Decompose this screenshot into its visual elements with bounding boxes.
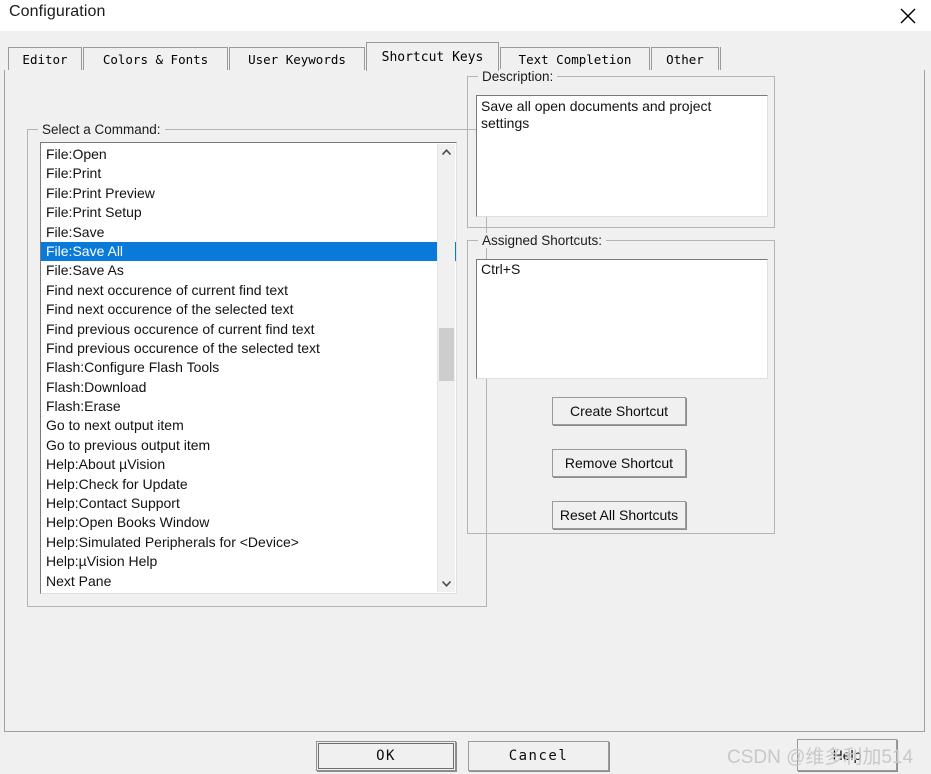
close-icon <box>898 6 918 26</box>
cancel-button[interactable]: Cancel <box>468 741 609 771</box>
description-text: Save all open documents and project sett… <box>481 98 712 131</box>
tab-label: User Keywords <box>248 52 346 67</box>
list-item[interactable]: Next Pane <box>41 572 456 591</box>
chevron-down-icon <box>441 576 452 591</box>
list-item[interactable]: Flash:Erase <box>41 397 456 416</box>
assigned-shortcuts-listbox[interactable]: Ctrl+S <box>476 259 768 379</box>
list-item[interactable]: Help:Check for Update <box>41 475 456 494</box>
command-listbox[interactable]: File:Open File:Print File:Print Preview … <box>40 142 457 594</box>
remove-shortcut-button[interactable]: Remove Shortcut <box>552 449 686 477</box>
assigned-shortcuts-group-label: Assigned Shortcuts: <box>478 233 607 248</box>
tab-label: Shortcut Keys <box>381 49 484 65</box>
ok-button-label: OK <box>376 748 396 764</box>
list-item[interactable]: File:Print <box>41 164 456 183</box>
tab-editor[interactable]: Editor <box>8 47 82 71</box>
list-item[interactable]: Find previous occurence of the selected … <box>41 339 456 358</box>
list-item[interactable]: Flash:Download <box>41 378 456 397</box>
list-item[interactable]: Help:Simulated Peripherals for <Device> <box>41 533 456 552</box>
select-command-group: Select a Command: File:Open File:Print F… <box>27 122 487 607</box>
help-button-label: Help <box>832 747 862 763</box>
command-list-scrollbar[interactable] <box>437 144 455 592</box>
list-item[interactable]: Find next occurence of current find text <box>41 281 456 300</box>
command-list-items: File:Open File:Print File:Print Preview … <box>41 145 456 591</box>
tab-strip-end-divider <box>720 47 727 71</box>
select-command-group-label: Select a Command: <box>38 122 165 137</box>
list-item[interactable]: Go to previous output item <box>41 436 456 455</box>
ok-button[interactable]: OK <box>316 741 456 771</box>
tab-label: Colors & Fonts <box>102 52 209 67</box>
list-item[interactable]: Go to next output item <box>41 416 456 435</box>
dialog-client-area: Editor Colors & Fonts User Keywords Shor… <box>0 31 931 774</box>
list-item[interactable]: File:Save As <box>41 261 456 280</box>
scroll-down-button[interactable] <box>438 575 455 592</box>
description-field: Save all open documents and project sett… <box>476 95 768 217</box>
tab-colors-and-fonts[interactable]: Colors & Fonts <box>83 47 228 71</box>
description-group: Description: Save all open documents and… <box>467 69 775 228</box>
list-item[interactable]: File:Save <box>41 223 456 242</box>
list-item-selected[interactable]: File:Save All <box>41 241 456 262</box>
description-group-label: Description: <box>478 69 558 84</box>
tab-user-keywords[interactable]: User Keywords <box>229 47 365 71</box>
assigned-shortcuts-group: Assigned Shortcuts: Ctrl+S Create Shortc… <box>467 233 775 534</box>
cancel-button-label: Cancel <box>508 748 569 764</box>
list-item[interactable]: Flash:Configure Flash Tools <box>41 358 456 377</box>
list-item[interactable]: File:Print Preview <box>41 184 456 203</box>
tab-label: Text Completion <box>518 52 632 67</box>
list-item[interactable]: Help:About µVision <box>41 455 456 474</box>
list-item[interactable]: Help:Contact Support <box>41 494 456 513</box>
list-item[interactable]: File:Print Setup <box>41 203 456 222</box>
scroll-up-button[interactable] <box>438 144 455 161</box>
list-item[interactable]: Find next occurence of the selected text <box>41 300 456 319</box>
tab-page-panel: Select a Command: File:Open File:Print F… <box>4 69 925 732</box>
tab-strip: Editor Colors & Fonts User Keywords Shor… <box>4 42 927 71</box>
tab-text-completion[interactable]: Text Completion <box>500 47 650 71</box>
window-title-bar: Configuration <box>0 0 931 32</box>
tab-other[interactable]: Other <box>651 47 719 71</box>
list-item[interactable]: File:Open <box>41 145 456 164</box>
list-item[interactable]: Find previous occurence of current find … <box>41 320 456 339</box>
create-shortcut-button[interactable]: Create Shortcut <box>552 397 686 425</box>
reset-all-shortcuts-button[interactable]: Reset All Shortcuts <box>552 501 686 529</box>
tab-label: Other <box>666 52 704 67</box>
scrollbar-thumb[interactable] <box>439 327 454 382</box>
tab-shortcut-keys[interactable]: Shortcut Keys <box>366 42 499 71</box>
chevron-up-icon <box>441 145 452 160</box>
reset-all-shortcuts-label: Reset All Shortcuts <box>559 507 679 523</box>
create-shortcut-label: Create Shortcut <box>569 403 669 419</box>
list-item[interactable]: Help:µVision Help <box>41 552 456 571</box>
help-button[interactable]: Help <box>797 739 897 771</box>
remove-shortcut-label: Remove Shortcut <box>564 455 674 471</box>
list-item[interactable]: Help:Open Books Window <box>41 513 456 532</box>
assigned-shortcut-item[interactable]: Ctrl+S <box>477 260 767 278</box>
window-title: Configuration <box>9 3 106 20</box>
tab-label: Editor <box>22 52 68 67</box>
close-button[interactable] <box>885 0 931 31</box>
